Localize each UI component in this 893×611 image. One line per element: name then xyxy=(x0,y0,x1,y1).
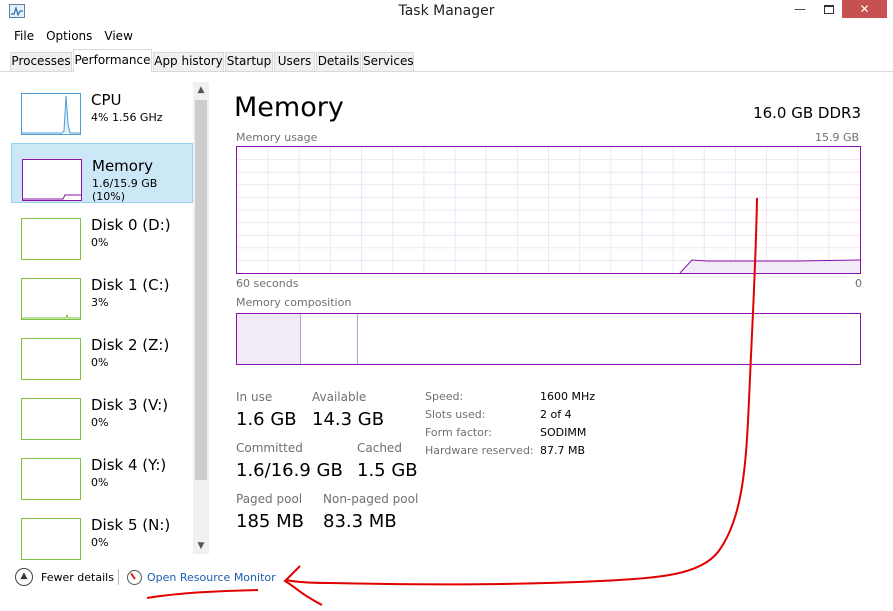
tab-strip: Processes Performance App history Startu… xyxy=(0,48,893,72)
scroll-up-icon[interactable]: ▲ xyxy=(193,82,209,98)
window-title: Task Manager xyxy=(398,3,495,19)
maximize-button[interactable] xyxy=(815,1,843,21)
paged-pool-label: Paged pool xyxy=(236,492,303,506)
disk-thumbnail-graph xyxy=(21,458,81,500)
menu-view[interactable]: View xyxy=(98,26,138,48)
sidebar-item-label: Disk 2 (Z:) xyxy=(91,336,170,354)
scroll-thumb[interactable] xyxy=(195,100,207,480)
chevron-up-icon[interactable]: ▲ xyxy=(15,568,33,586)
graph-time-right: 0 xyxy=(855,277,862,290)
paged-pool-value: 185 MB xyxy=(236,511,304,532)
sidebar-item-disk-0[interactable]: Disk 0 (D:) 0% xyxy=(11,203,193,263)
composition-in-use xyxy=(237,314,301,364)
menu-bar: File Options View xyxy=(0,26,893,48)
performance-sidebar: CPU 4% 1.56 GHz Memory 1.6/15.9 GB (10%)… xyxy=(11,78,193,560)
menu-options[interactable]: Options xyxy=(40,26,98,48)
memory-usage-label: Memory usage xyxy=(236,131,318,144)
memory-usage-max: 15.9 GB xyxy=(815,131,860,144)
form-factor-value: SODIMM xyxy=(540,426,587,439)
disk-thumbnail-graph xyxy=(21,218,81,260)
sidebar-item-label: Disk 0 (D:) xyxy=(91,216,171,234)
memory-composition-label: Memory composition xyxy=(236,296,352,309)
tab-startup[interactable]: Startup xyxy=(225,52,273,71)
memory-usage-area xyxy=(680,260,860,273)
sidebar-item-value: 0% xyxy=(91,236,109,249)
sidebar-item-disk-1[interactable]: Disk 1 (C:) 3% xyxy=(11,263,193,323)
sidebar-item-label: Disk 1 (C:) xyxy=(91,276,170,294)
sidebar-scrollbar[interactable]: ▲ ▼ xyxy=(193,82,209,554)
sidebar-item-disk-4[interactable]: Disk 4 (Y:) 0% xyxy=(11,443,193,503)
tab-services[interactable]: Services xyxy=(362,52,414,71)
slots-used-label: Slots used: xyxy=(425,408,486,421)
speed-value: 1600 MHz xyxy=(540,390,596,403)
disk-thumbnail-graph xyxy=(21,338,81,380)
cached-label: Cached xyxy=(357,441,402,455)
cached-value: 1.5 GB xyxy=(357,460,418,481)
committed-label: Committed xyxy=(236,441,303,455)
sidebar-item-label: CPU xyxy=(91,91,122,109)
memory-usage-graph xyxy=(236,146,861,274)
cpu-thumbnail-graph xyxy=(21,93,81,135)
fewer-details-button[interactable]: Fewer details xyxy=(41,571,114,584)
form-factor-label: Form factor: xyxy=(425,426,492,439)
resource-monitor-icon[interactable] xyxy=(127,570,142,585)
sidebar-item-value: 0% xyxy=(91,416,109,429)
tab-details[interactable]: Details xyxy=(316,52,361,71)
graph-time-left: 60 seconds xyxy=(236,277,299,290)
tab-app-history[interactable]: App history xyxy=(153,52,224,71)
tab-processes[interactable]: Processes xyxy=(10,52,72,71)
sidebar-item-value: 0% xyxy=(91,536,109,549)
sidebar-item-disk-5[interactable]: Disk 5 (N:) 0% xyxy=(11,503,193,563)
sidebar-item-value: 4% 1.56 GHz xyxy=(91,111,163,124)
memory-spec: 16.0 GB DDR3 xyxy=(753,104,861,122)
title-bar: Task Manager — ✕ xyxy=(0,0,893,26)
menu-file[interactable]: File xyxy=(8,26,40,48)
sidebar-item-label: Disk 5 (N:) xyxy=(91,516,171,534)
footer-divider xyxy=(118,569,119,585)
composition-modified xyxy=(301,314,358,364)
disk-thumbnail-graph xyxy=(21,278,81,320)
maximize-icon xyxy=(824,5,834,14)
close-button[interactable]: ✕ xyxy=(842,0,887,18)
speed-label: Speed: xyxy=(425,390,464,403)
tab-performance[interactable]: Performance xyxy=(73,49,152,72)
hardware-reserved-value: 87.7 MB xyxy=(540,444,586,457)
disk-thumbnail-graph xyxy=(21,398,81,440)
sidebar-item-label: Disk 3 (V:) xyxy=(91,396,169,414)
sidebar-item-value: 1.6/15.9 GB (10%) xyxy=(92,177,158,203)
sidebar-item-disk-2[interactable]: Disk 2 (Z:) 0% xyxy=(11,323,193,383)
in-use-label: In use xyxy=(236,390,273,404)
sidebar-item-value: 3% xyxy=(91,296,109,309)
tab-users[interactable]: Users xyxy=(274,52,315,71)
slots-used-value: 2 of 4 xyxy=(540,408,572,421)
sidebar-item-value: 0% xyxy=(91,476,109,489)
non-paged-pool-value: 83.3 MB xyxy=(323,511,397,532)
non-paged-pool-label: Non-paged pool xyxy=(323,492,419,506)
page-title: Memory xyxy=(234,92,344,123)
disk-thumbnail-graph xyxy=(21,518,81,560)
minimize-button[interactable]: — xyxy=(786,2,814,22)
scroll-down-icon[interactable]: ▼ xyxy=(193,538,209,554)
committed-value: 1.6/16.9 GB xyxy=(236,460,343,481)
sidebar-item-value: 0% xyxy=(91,356,109,369)
sidebar-item-label: Disk 4 (Y:) xyxy=(91,456,167,474)
in-use-value: 1.6 GB xyxy=(236,409,297,430)
available-label: Available xyxy=(312,390,367,404)
hardware-reserved-label: Hardware reserved: xyxy=(425,444,534,457)
sidebar-item-cpu[interactable]: CPU 4% 1.56 GHz xyxy=(11,78,193,138)
sidebar-item-memory[interactable]: Memory 1.6/15.9 GB (10%) xyxy=(11,143,193,203)
sidebar-item-disk-3[interactable]: Disk 3 (V:) 0% xyxy=(11,383,193,443)
available-value: 14.3 GB xyxy=(312,409,385,430)
memory-thumbnail-graph xyxy=(22,159,82,201)
open-resource-monitor-link[interactable]: Open Resource Monitor xyxy=(147,571,276,584)
sidebar-item-label: Memory xyxy=(92,157,154,175)
memory-composition-bar xyxy=(236,313,861,365)
